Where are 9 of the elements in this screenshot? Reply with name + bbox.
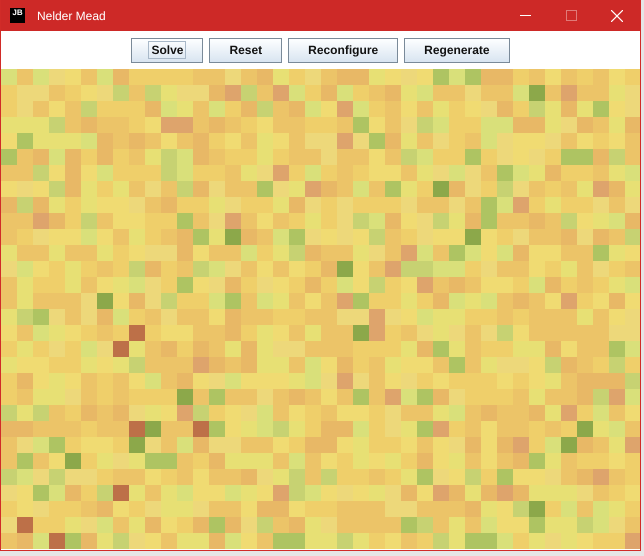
toolbar-button[interactable]: Reconfigure	[288, 38, 398, 62]
app-logo: JB	[10, 8, 25, 23]
maximize-icon	[566, 10, 576, 21]
minimize-icon	[520, 15, 530, 16]
close-icon	[611, 10, 623, 22]
toolbar-button[interactable]: Solve	[131, 38, 204, 62]
toolbar-button[interactable]: Reset	[209, 38, 282, 62]
window-title: Nelder Mead	[37, 8, 107, 22]
toolbar-button[interactable]: Regenerate	[404, 38, 510, 62]
